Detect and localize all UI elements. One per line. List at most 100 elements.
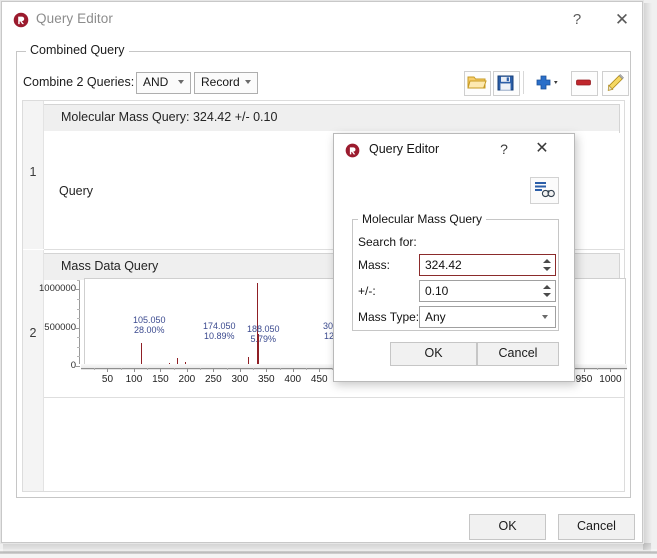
- x-axis-minor-tick: [597, 368, 599, 370]
- peak-label-percent: 5.79%: [250, 334, 277, 344]
- x-axis-tick-label: 200: [178, 374, 196, 385]
- row-body-label: Query: [59, 184, 94, 198]
- mass-type-label: Mass Type:: [358, 310, 420, 324]
- peak-label: 174.050 10.89%: [203, 321, 236, 341]
- add-query-button[interactable]: [531, 71, 565, 96]
- mass-value: 324.42: [425, 258, 462, 272]
- remove-query-button[interactable]: [571, 71, 598, 96]
- dialog-close-button[interactable]: ✕: [531, 138, 553, 160]
- app-root: Query Editor ? ✕ Combined Query Combine …: [0, 0, 657, 558]
- cancel-button[interactable]: Cancel: [558, 514, 635, 540]
- x-axis-tick-label: 100: [125, 374, 143, 385]
- tolerance-value: 0.10: [425, 284, 449, 298]
- spinner-down-icon[interactable]: [543, 267, 551, 271]
- x-axis-minor-tick: [200, 368, 202, 370]
- x-axis-tick: [266, 368, 268, 372]
- find-records-button[interactable]: [530, 177, 559, 204]
- operator-dropdown[interactable]: AND: [136, 72, 191, 94]
- y-axis-line: [79, 280, 80, 364]
- y-axis-minor-tick: [77, 337, 80, 339]
- x-axis-tick: [319, 368, 321, 372]
- mass-input[interactable]: 324.42: [419, 254, 556, 276]
- mass-spinner[interactable]: [540, 256, 554, 274]
- x-axis-tick: [239, 368, 241, 372]
- x-axis-minor-tick: [226, 368, 228, 370]
- x-axis-tick: [213, 368, 215, 372]
- row-divider: [44, 397, 624, 398]
- x-axis-minor-tick: [147, 368, 149, 370]
- x-axis-minor-tick: [173, 368, 175, 370]
- dialog-ok-button[interactable]: OK: [390, 342, 477, 366]
- x-axis-tick-label: 450: [310, 374, 328, 385]
- scope-value: Record: [201, 75, 240, 89]
- y-axis-minor-tick: [77, 308, 80, 310]
- y-axis-tick-label: 500000: [44, 321, 76, 333]
- open-query-button[interactable]: [464, 71, 491, 96]
- save-query-button[interactable]: [493, 71, 520, 96]
- row-header-label: Mass Data Query: [61, 259, 159, 273]
- edit-query-button[interactable]: [602, 71, 629, 96]
- dialog-cancel-button[interactable]: Cancel: [477, 342, 559, 366]
- x-axis-tick: [186, 368, 188, 372]
- window-shadow-right: [643, 3, 652, 550]
- search-for-label: Search for:: [358, 235, 417, 249]
- y-axis-tick: [75, 327, 80, 329]
- ok-button[interactable]: OK: [469, 514, 546, 540]
- spinner-down-icon[interactable]: [543, 293, 551, 297]
- y-axis-tick: [75, 366, 80, 367]
- x-axis-tick: [610, 368, 612, 372]
- x-axis-minor-tick: [120, 368, 122, 370]
- chevron-down-icon: [178, 80, 184, 84]
- toolbar-separator: [523, 71, 524, 94]
- mass-type-value: Any: [425, 310, 446, 324]
- x-axis-tick-label: 300: [231, 374, 249, 385]
- peak-label-percent: 28.00%: [134, 325, 165, 335]
- dialog-help-button[interactable]: ?: [494, 139, 514, 159]
- peak-label-mz: 174.050: [203, 321, 236, 331]
- peak-label: 188.050 5.79%: [247, 324, 280, 344]
- x-axis-tick: [583, 368, 585, 372]
- scope-dropdown[interactable]: Record: [194, 72, 258, 94]
- spinner-up-icon[interactable]: [543, 259, 551, 263]
- close-button[interactable]: ✕: [607, 7, 637, 33]
- table-row-header[interactable]: Molecular Mass Query: 324.42 +/- 0.10: [44, 104, 620, 133]
- x-axis-tick-label: 1000: [599, 374, 622, 385]
- find-records-icon: [535, 182, 555, 198]
- x-axis-tick: [160, 368, 162, 372]
- y-axis-labels: 0 500000 1000000: [31, 278, 76, 371]
- x-axis-tick-label: 400: [284, 374, 302, 385]
- x-axis-tick-label: 950: [575, 374, 593, 385]
- minus-icon: [576, 79, 591, 86]
- floppy-save-icon: [497, 75, 514, 91]
- x-axis-tick-label: 50: [101, 374, 114, 385]
- tolerance-spinner[interactable]: [540, 282, 554, 300]
- plus-icon: [536, 75, 558, 90]
- peak-label-percent: 10.89%: [204, 331, 235, 341]
- mass-label: Mass:: [358, 258, 391, 272]
- x-axis-minor-tick: [279, 368, 281, 370]
- y-axis-minor-tick: [77, 356, 80, 358]
- tolerance-input[interactable]: 0.10: [419, 280, 556, 302]
- dialog-title: Query Editor: [369, 142, 440, 156]
- peak-label-mz: 105.050: [133, 315, 166, 325]
- x-axis-tick-label: 350: [257, 374, 275, 385]
- window-shadow-bottom: [3, 543, 651, 553]
- tolerance-label: +/-:: [358, 284, 376, 298]
- x-axis-tick: [133, 368, 135, 372]
- mass-type-dropdown[interactable]: Any: [419, 306, 556, 328]
- x-axis-tick: [107, 368, 109, 372]
- x-axis-tick-label: 150: [152, 374, 169, 385]
- x-axis-tick: [292, 368, 294, 372]
- x-axis-minor-tick: [253, 368, 255, 370]
- combine-queries-label: Combine 2 Queries:: [23, 75, 135, 89]
- y-axis-minor-tick: [77, 299, 80, 301]
- peak-label: 105.050 28.00%: [133, 315, 166, 335]
- peak-label-mz: 188.050: [247, 324, 280, 334]
- spinner-up-icon[interactable]: [543, 285, 551, 289]
- operator-value: AND: [143, 75, 169, 89]
- y-axis-minor-tick: [77, 346, 80, 348]
- help-button[interactable]: ?: [562, 7, 592, 33]
- folder-open-icon: [467, 76, 487, 89]
- y-axis-tick: [75, 289, 80, 291]
- molecular-mass-query-group-title: Molecular Mass Query: [358, 212, 487, 226]
